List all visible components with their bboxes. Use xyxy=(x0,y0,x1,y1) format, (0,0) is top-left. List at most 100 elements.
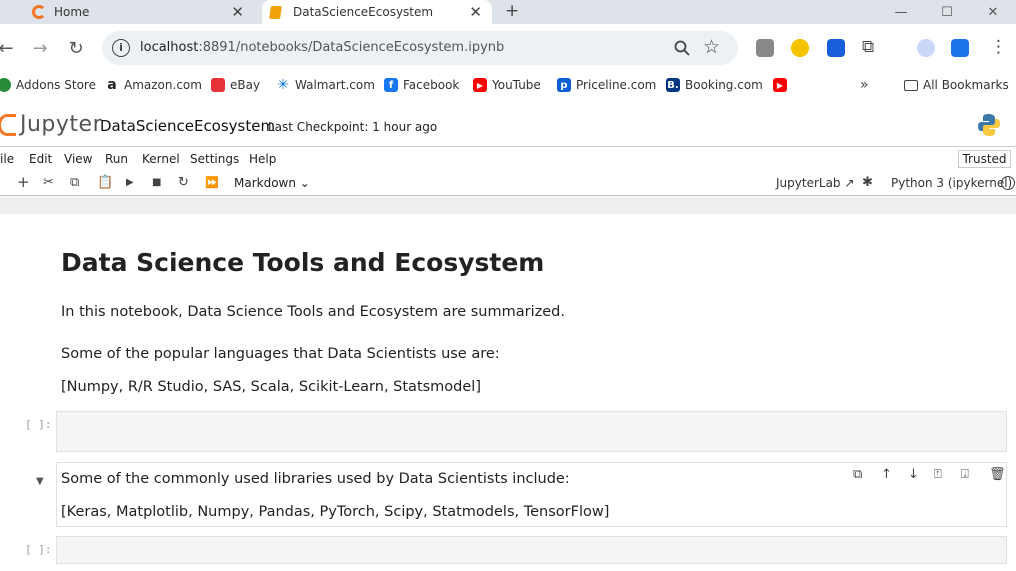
open-jupyterlab-link[interactable]: JupyterLab ↗ xyxy=(776,176,854,190)
kernel-name[interactable]: Python 3 (ipykernel) xyxy=(891,176,1012,190)
folder-icon xyxy=(904,79,918,91)
menu-run[interactable]: Run xyxy=(105,152,128,166)
bookmark-facebook[interactable]: f Facebook xyxy=(384,78,459,92)
bookmarks-bar: Addons Store a Amazon.com eBay ✳ Walmart… xyxy=(0,72,1016,100)
notebook-heading: Data Science Tools and Ecosystem xyxy=(61,248,545,277)
extension-headphones-icon[interactable] xyxy=(791,39,809,57)
new-tab-icon[interactable]: + xyxy=(505,1,519,21)
intro-text: In this notebook, Data Science Tools and… xyxy=(61,304,565,320)
youtube-icon: ▶ xyxy=(473,78,487,92)
addons-icon xyxy=(0,78,11,92)
bookmark-youtube[interactable]: ▶ YouTube xyxy=(473,78,541,92)
move-up-icon[interactable]: ↑ xyxy=(881,467,892,482)
close-tab-icon[interactable]: ✕ xyxy=(231,3,244,21)
copy-icon[interactable]: ⧉ xyxy=(70,175,79,190)
extension-bitwarden-icon[interactable] xyxy=(827,39,845,57)
bookmark-label: YouTube xyxy=(492,78,541,92)
code-cell-input[interactable] xyxy=(56,411,1007,452)
paste-icon[interactable]: 📋 xyxy=(97,175,113,190)
bookmark-label: Amazon.com xyxy=(124,78,202,92)
run-icon[interactable]: ▶ xyxy=(126,177,134,188)
trusted-indicator[interactable]: Trusted xyxy=(958,150,1011,168)
bookmark-priceline[interactable]: p Priceline.com xyxy=(557,78,656,92)
libraries-list-text: [Keras, Matplotlib, Numpy, Pandas, PyTor… xyxy=(61,504,610,520)
code-cell-prompt: [ ]: xyxy=(25,418,52,431)
bookmark-label: eBay xyxy=(230,78,261,92)
bookmark-ebay[interactable]: eBay xyxy=(211,78,260,92)
reload-icon[interactable]: ↻ xyxy=(64,36,88,60)
cell-type-select[interactable]: Markdown ⌄ xyxy=(234,176,310,190)
chevron-down-icon: ⌄ xyxy=(299,176,310,190)
menu-help[interactable]: Help xyxy=(249,152,276,166)
extension-shield-icon[interactable] xyxy=(756,39,774,57)
bookmark-label: Priceline.com xyxy=(576,78,657,92)
menu-kernel[interactable]: Kernel xyxy=(142,152,180,166)
jupyter-header: Jupyter DataScienceEcosystem Last Checkp… xyxy=(0,106,1016,144)
fast-forward-icon[interactable]: ⏩ xyxy=(205,176,219,189)
bookmark-star-icon[interactable]: ☆ xyxy=(703,36,720,58)
menu-settings[interactable]: Settings xyxy=(190,152,239,166)
bookmark-booking[interactable]: B. Booking.com xyxy=(666,78,763,92)
move-down-icon[interactable]: ↓ xyxy=(908,467,919,482)
maximize-icon[interactable]: ☐ xyxy=(924,0,970,24)
save-icon[interactable]: ▏ xyxy=(0,175,6,190)
external-link-icon: ↗ xyxy=(844,176,855,190)
collapse-triangle-icon[interactable]: ▼ xyxy=(36,476,44,487)
window-close-icon[interactable]: ✕ xyxy=(970,0,1016,24)
tab-home[interactable]: Home ✕ xyxy=(0,0,256,24)
browser-menu-icon[interactable]: ⋮ xyxy=(990,37,1007,57)
bookmark-amazon[interactable]: a Amazon.com xyxy=(105,77,202,93)
walmart-icon: ✳ xyxy=(276,77,290,93)
back-icon[interactable]: ← xyxy=(0,36,18,60)
python-logo-icon xyxy=(978,114,1000,136)
forward-icon[interactable]: → xyxy=(28,36,52,60)
extension-defender-icon[interactable] xyxy=(951,39,969,57)
browser-toolbar: ← → ↻ i localhost:8891/notebooks/DataSci… xyxy=(0,24,1016,72)
cut-icon[interactable]: ✂ xyxy=(43,175,54,190)
insert-below-icon[interactable]: ⍗ xyxy=(961,467,969,482)
jupyter-logo[interactable]: Jupyter xyxy=(0,112,102,137)
ebay-icon xyxy=(211,78,225,92)
extensions-puzzle-icon[interactable]: ⧉ xyxy=(862,37,874,57)
cell-type-value: Markdown xyxy=(234,176,296,190)
duplicate-cell-icon[interactable]: ⧉ xyxy=(853,467,862,482)
notebook-toolbar: ▏ + ✂ ⧉ 📋 ▶ ■ ↻ ⏩ Markdown ⌄ JupyterLab … xyxy=(0,172,1016,196)
all-bookmarks[interactable]: All Bookmarks xyxy=(904,78,1009,92)
code-cell-prompt: [ ]: xyxy=(25,543,52,556)
amazon-icon: a xyxy=(105,77,119,93)
more-bookmarks-icon[interactable]: » xyxy=(860,77,869,93)
bookmark-addons-store[interactable]: Addons Store xyxy=(0,78,96,92)
tab-notebook[interactable]: DataScienceEcosystem ✕ xyxy=(262,0,492,24)
stop-icon[interactable]: ■ xyxy=(152,177,161,188)
bookmark-youtube-2[interactable]: ▶ xyxy=(773,78,787,92)
bookmark-label: Booking.com xyxy=(685,78,763,92)
delete-cell-icon[interactable]: 🗑 xyxy=(989,467,1006,482)
languages-intro-text: Some of the popular languages that Data … xyxy=(61,346,500,362)
menu-edit[interactable]: Edit xyxy=(29,152,52,166)
tab-title: Home xyxy=(54,5,90,19)
menu-file[interactable]: File xyxy=(0,152,14,166)
minimize-icon[interactable]: — xyxy=(878,0,924,24)
site-info-icon[interactable]: i xyxy=(112,39,130,57)
code-cell-input[interactable] xyxy=(56,536,1007,564)
notebook-top-margin xyxy=(0,197,1016,214)
jupyter-logo-text: Jupyter xyxy=(20,112,103,137)
close-tab-icon[interactable]: ✕ xyxy=(469,3,482,21)
address-bar[interactable]: i localhost:8891/notebooks/DataScienceEc… xyxy=(102,31,738,65)
profile-avatar[interactable] xyxy=(917,39,935,57)
booking-icon: B. xyxy=(666,78,680,92)
zoom-icon[interactable] xyxy=(674,40,690,56)
jupyterlab-label: JupyterLab xyxy=(776,176,841,190)
bookmark-walmart[interactable]: ✳ Walmart.com xyxy=(276,77,375,93)
tab-title: DataScienceEcosystem xyxy=(293,5,434,19)
jupyter-favicon-icon xyxy=(32,5,46,19)
restart-icon[interactable]: ↻ xyxy=(178,175,189,190)
insert-cell-icon[interactable]: + xyxy=(17,173,30,191)
insert-above-icon[interactable]: ⍐ xyxy=(934,467,942,482)
bookmark-label: Facebook xyxy=(403,78,460,92)
checkpoint-status: Last Checkpoint: 1 hour ago xyxy=(268,120,438,134)
notebook-title[interactable]: DataScienceEcosystem xyxy=(100,117,275,135)
menu-view[interactable]: View xyxy=(64,152,92,166)
priceline-icon: p xyxy=(557,78,571,92)
debugger-bug-icon[interactable]: ✱ xyxy=(862,175,873,190)
